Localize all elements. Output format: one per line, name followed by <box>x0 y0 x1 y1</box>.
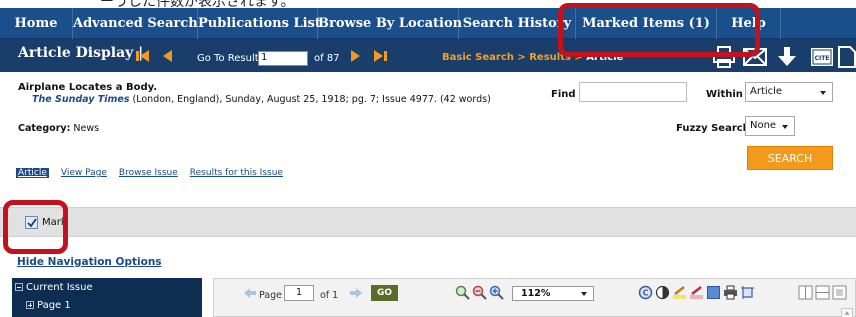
print-icon[interactable] <box>712 46 736 68</box>
find-input[interactable] <box>579 82 687 102</box>
article-display-bar: Article Display | Go To Result 1 of 87 B… <box>0 39 856 72</box>
horizontal-split-icon[interactable] <box>815 285 830 300</box>
breadcrumb-current: Article <box>586 52 624 63</box>
article-display-title: Article Display | <box>18 45 144 61</box>
breadcrumb: Basic Search > Results > Article <box>442 52 623 63</box>
page-icon[interactable] <box>838 46 856 68</box>
zoom-level-select[interactable]: 112% <box>512 286 594 301</box>
article-citation: The Sunday Times (London, England), Sund… <box>32 94 491 105</box>
chevron-down-icon <box>782 125 788 129</box>
svg-text:C: C <box>643 289 649 298</box>
full-screen-icon[interactable] <box>832 285 847 300</box>
find-label: Find <box>551 89 576 100</box>
breadcrumb-separator: > <box>513 52 530 63</box>
highlight-icon[interactable] <box>672 285 687 300</box>
zoom-level-value: 112% <box>521 288 551 299</box>
page-viewer: Page 1 of 1 GO 112% C <box>213 278 856 317</box>
nav-publications-list[interactable]: Publications List <box>198 8 321 39</box>
collapse-icon <box>15 283 23 291</box>
select-area-icon[interactable] <box>706 285 721 300</box>
tree-item-label: Page 1 <box>37 300 71 311</box>
mark-checkbox[interactable] <box>25 216 38 229</box>
two-page-view-icon[interactable] <box>798 285 813 300</box>
first-result-icon[interactable] <box>135 49 151 63</box>
caption-strip: ーうした件数が表示されます。 <box>0 0 856 8</box>
go-to-result-input[interactable]: 1 <box>258 51 308 66</box>
last-result-icon[interactable] <box>372 49 388 63</box>
chevron-down-icon <box>820 91 826 95</box>
viewer-page-count: of 1 <box>320 290 339 301</box>
category-label: Category: <box>18 123 71 134</box>
zoom-in-icon[interactable] <box>489 285 504 300</box>
hide-navigation-options-link[interactable]: Hide Navigation Options <box>17 256 162 268</box>
article-tabs: Article View Page Browse Issue Results for … <box>16 168 295 178</box>
print-page-icon[interactable] <box>723 285 738 300</box>
mark-bar: Mark <box>0 207 856 237</box>
article-category: Category: News <box>18 123 99 134</box>
result-count-label: of 87 <box>314 53 340 64</box>
tab-article[interactable]: Article <box>16 168 49 178</box>
article-source-link[interactable]: The Sunday Times <box>32 94 130 105</box>
scroll-up-icon[interactable] <box>841 308 853 317</box>
cite-icon-text: CITE <box>815 55 830 62</box>
email-icon[interactable] <box>742 46 768 68</box>
viewer-page-label: Page <box>259 290 282 301</box>
checkmark-icon <box>27 218 37 228</box>
tree-item-label: Current Issue <box>26 282 93 293</box>
expand-icon <box>26 301 34 309</box>
previous-result-icon[interactable] <box>160 49 176 63</box>
zoom-out-icon[interactable] <box>472 285 487 300</box>
viewer-page-input[interactable]: 1 <box>284 285 314 301</box>
chevron-down-icon <box>581 292 587 296</box>
cite-icon[interactable]: CITE <box>810 46 834 68</box>
nav-search-history[interactable]: Search History <box>459 8 576 39</box>
article-title: Airplane Locates a Body. <box>18 82 158 93</box>
nav-marked-items[interactable]: Marked Items (1) <box>576 8 717 39</box>
next-result-icon[interactable] <box>348 49 364 63</box>
go-to-result-label: Go To Result <box>197 53 259 64</box>
tree-item-current-issue[interactable]: Current Issue <box>15 282 93 293</box>
search-button[interactable]: SEARCH <box>747 146 833 170</box>
crop-icon[interactable] <box>740 285 755 300</box>
mark-label: Mark <box>42 217 67 228</box>
fuzzy-search-label: Fuzzy Search <box>676 123 750 134</box>
breadcrumb-basic-search[interactable]: Basic Search <box>442 52 514 63</box>
previous-page-icon[interactable] <box>244 288 256 298</box>
within-select-value: Article <box>750 86 783 97</box>
within-select[interactable]: Article <box>745 82 833 102</box>
nav-advanced-search[interactable]: Advanced Search <box>73 8 198 39</box>
nav-help[interactable]: Help <box>717 8 781 39</box>
caption-text: ーうした件数が表示されます。 <box>100 0 295 8</box>
contrast-icon[interactable] <box>655 285 670 300</box>
fuzzy-search-select-value: None <box>750 120 777 131</box>
breadcrumb-results[interactable]: Results <box>529 52 571 63</box>
zoom-fit-icon[interactable] <box>455 285 470 300</box>
clear-highlight-icon[interactable] <box>689 285 704 300</box>
issue-tree: Current Issue Page 1 <box>12 278 202 317</box>
breadcrumb-separator: > <box>570 52 587 63</box>
fuzzy-search-select[interactable]: None <box>745 116 795 136</box>
tree-item-page-1[interactable]: Page 1 <box>26 300 71 311</box>
main-nav: Home Advanced Search Publications List B… <box>0 8 856 39</box>
nav-browse-by-location[interactable]: Browse By Location <box>318 8 462 39</box>
download-icon[interactable] <box>776 46 798 68</box>
rotate-icon[interactable]: C <box>638 285 653 300</box>
within-label: Within <box>706 89 743 100</box>
nav-home[interactable]: Home <box>0 8 73 39</box>
viewer-go-button[interactable]: GO <box>371 285 398 301</box>
tab-view-page[interactable]: View Page <box>61 168 107 178</box>
article-citation-details: (London, England), Sunday, August 25, 19… <box>129 94 491 105</box>
tab-results-for-issue[interactable]: Results for this Issue <box>190 168 283 178</box>
tab-browse-issue[interactable]: Browse Issue <box>119 168 178 178</box>
category-value: News <box>70 123 100 134</box>
next-page-icon[interactable] <box>350 288 362 298</box>
